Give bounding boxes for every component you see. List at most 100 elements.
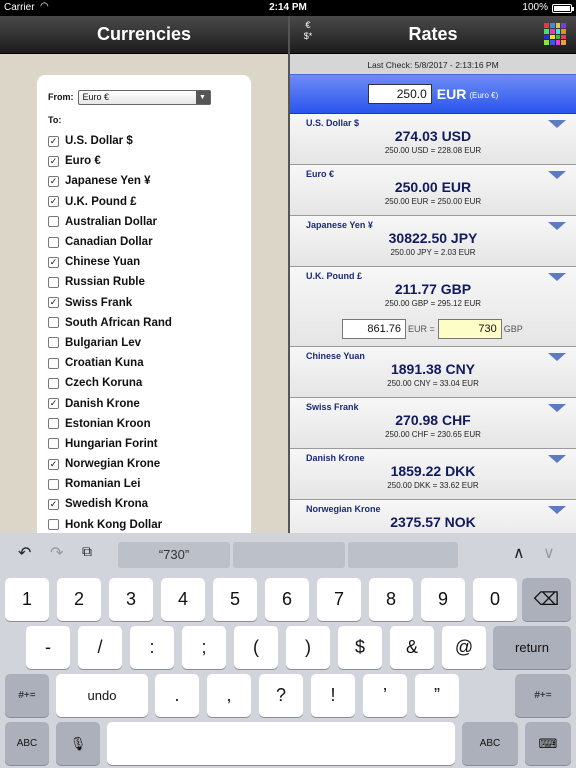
key-4[interactable]: 5	[213, 578, 257, 621]
calc-right-input[interactable]: 730	[437, 319, 502, 339]
currency-option[interactable]: Honk Kong Dollar	[48, 515, 240, 535]
hide-keyboard-icon[interactable]: ⌨	[525, 722, 571, 765]
currency-option[interactable]: ✓ U.K. Pound £	[48, 192, 240, 212]
abc-key[interactable]: ABC	[5, 722, 49, 765]
checkbox-icon[interactable]	[48, 438, 59, 450]
space-key[interactable]	[107, 722, 455, 765]
microphone-icon[interactable]: 🎙	[56, 722, 100, 765]
key-symbol[interactable]: $	[338, 626, 382, 669]
key-symbol[interactable]: )	[286, 626, 330, 669]
rate-card[interactable]: Chinese Yuan 1891.38 CNY 250.00 CNY = 33.0…	[290, 347, 576, 398]
chevron-down-icon[interactable]: ∨	[543, 543, 555, 563]
currency-option[interactable]: ✓ Chinese Yuan	[48, 252, 240, 272]
expand-chevron-icon[interactable]	[548, 273, 566, 281]
checkbox-checked-icon[interactable]: ✓	[48, 297, 59, 309]
checkbox-icon[interactable]	[48, 276, 59, 288]
key-punct[interactable]: ?	[259, 674, 303, 717]
key-7[interactable]: 8	[369, 578, 413, 621]
currency-option[interactable]: ✓ Euro €	[48, 151, 240, 171]
more-symbols-key[interactable]: #+=	[515, 674, 571, 717]
expand-chevron-icon[interactable]	[548, 455, 566, 463]
rate-card[interactable]: U.S. Dollar $ 274.03 USD 250.00 USD = 228.…	[290, 114, 576, 165]
key-symbol[interactable]: @	[442, 626, 486, 669]
checkbox-icon[interactable]	[48, 357, 59, 369]
key-8[interactable]: 9	[421, 578, 465, 621]
key-1[interactable]: 2	[57, 578, 101, 621]
key-punct[interactable]: .	[155, 674, 199, 717]
key-symbol[interactable]: (	[234, 626, 278, 669]
key-punct[interactable]: !	[311, 674, 355, 717]
expand-chevron-icon[interactable]	[548, 404, 566, 412]
checkbox-icon[interactable]	[48, 236, 59, 248]
currency-option[interactable]: ✓ Swedish Krona	[48, 494, 240, 514]
key-9[interactable]: 0	[473, 578, 517, 621]
suggestion-3[interactable]	[348, 542, 458, 568]
checkbox-checked-icon[interactable]: ✓	[48, 196, 59, 208]
amount-input[interactable]: 250.0	[367, 84, 432, 104]
currency-option[interactable]: Russian Ruble	[48, 272, 240, 292]
key-0[interactable]: 1	[5, 578, 49, 621]
checkbox-checked-icon[interactable]: ✓	[48, 458, 59, 470]
currency-option[interactable]: ✓ Norwegian Krone	[48, 454, 240, 474]
undo-key[interactable]: undo	[56, 674, 148, 717]
checkbox-icon[interactable]	[48, 418, 59, 430]
rate-card[interactable]: Japanese Yen ¥ 30822.50 JPY 250.00 JPY = 2…	[290, 216, 576, 267]
expand-chevron-icon[interactable]	[548, 353, 566, 361]
paste-icon[interactable]: ⧉	[82, 543, 92, 560]
key-punct[interactable]: ,	[207, 674, 251, 717]
checkbox-icon[interactable]	[48, 317, 59, 329]
currency-option[interactable]: ✓ Danish Krone	[48, 393, 240, 413]
checkbox-checked-icon[interactable]: ✓	[48, 175, 59, 187]
key-symbol[interactable]: /	[78, 626, 122, 669]
expand-chevron-icon[interactable]	[548, 171, 566, 179]
key-2[interactable]: 3	[109, 578, 153, 621]
rate-card[interactable]: Norwegian Krone 2375.57 NOK	[290, 500, 576, 533]
key-symbol[interactable]: ;	[182, 626, 226, 669]
checkbox-checked-icon[interactable]: ✓	[48, 155, 59, 167]
expand-chevron-icon[interactable]	[548, 120, 566, 128]
abc-key[interactable]: ABC	[462, 722, 518, 765]
from-currency-select[interactable]: Euro € ▼	[77, 89, 211, 105]
calc-left-input[interactable]: 861.76	[342, 319, 406, 339]
key-3[interactable]: 4	[161, 578, 205, 621]
key-5[interactable]: 6	[265, 578, 309, 621]
key-symbol[interactable]: &	[390, 626, 434, 669]
currency-option[interactable]: South African Rand	[48, 313, 240, 333]
key-symbol[interactable]: -	[26, 626, 70, 669]
color-grid-icon[interactable]	[544, 23, 566, 45]
currency-option[interactable]: Bulgarian Lev	[48, 333, 240, 353]
currency-option[interactable]: ✓ U.S. Dollar $	[48, 131, 240, 151]
checkbox-checked-icon[interactable]: ✓	[48, 135, 59, 147]
key-6[interactable]: 7	[317, 578, 361, 621]
key-symbol[interactable]: :	[130, 626, 174, 669]
rate-card[interactable]: Euro € 250.00 EUR 250.00 EUR = 250.00 EUR	[290, 165, 576, 216]
rate-card[interactable]: U.K. Pound £ 211.77 GBP 250.00 GBP = 295.1…	[290, 267, 576, 347]
redo-icon[interactable]: ↷	[50, 543, 63, 563]
checkbox-checked-icon[interactable]: ✓	[48, 256, 59, 268]
key-punct[interactable]: ”	[415, 674, 459, 717]
more-symbols-key[interactable]: #+=	[5, 674, 49, 717]
rate-card[interactable]: Swiss Frank 270.98 CHF 250.00 CHF = 230.65…	[290, 398, 576, 449]
currency-option[interactable]: ✓ Swiss Frank	[48, 293, 240, 313]
rate-card[interactable]: Danish Krone 1859.22 DKK 250.00 DKK = 33.6…	[290, 449, 576, 500]
suggestion-2[interactable]	[233, 542, 345, 568]
currency-option[interactable]: Estonian Kroon	[48, 414, 240, 434]
currency-option[interactable]: Romanian Lei	[48, 474, 240, 494]
undo-icon[interactable]: ↶	[18, 543, 31, 563]
suggestion-1[interactable]: “730”	[118, 542, 230, 568]
checkbox-checked-icon[interactable]: ✓	[48, 498, 59, 510]
chevron-up-icon[interactable]: ∧	[513, 543, 525, 563]
currency-option[interactable]: ✓ Japanese Yen ¥	[48, 171, 240, 191]
key-punct[interactable]: ’	[363, 674, 407, 717]
checkbox-icon[interactable]	[48, 216, 59, 228]
currency-option[interactable]: Czech Koruna	[48, 373, 240, 393]
checkbox-icon[interactable]	[48, 377, 59, 389]
checkbox-icon[interactable]	[48, 519, 59, 531]
currency-option[interactable]: Croatian Kuna	[48, 353, 240, 373]
expand-chevron-icon[interactable]	[548, 506, 566, 514]
backspace-icon[interactable]: ⌫	[522, 578, 571, 621]
checkbox-icon[interactable]	[48, 478, 59, 490]
checkbox-checked-icon[interactable]: ✓	[48, 398, 59, 410]
expand-chevron-icon[interactable]	[548, 222, 566, 230]
currency-option[interactable]: Canadian Dollar	[48, 232, 240, 252]
